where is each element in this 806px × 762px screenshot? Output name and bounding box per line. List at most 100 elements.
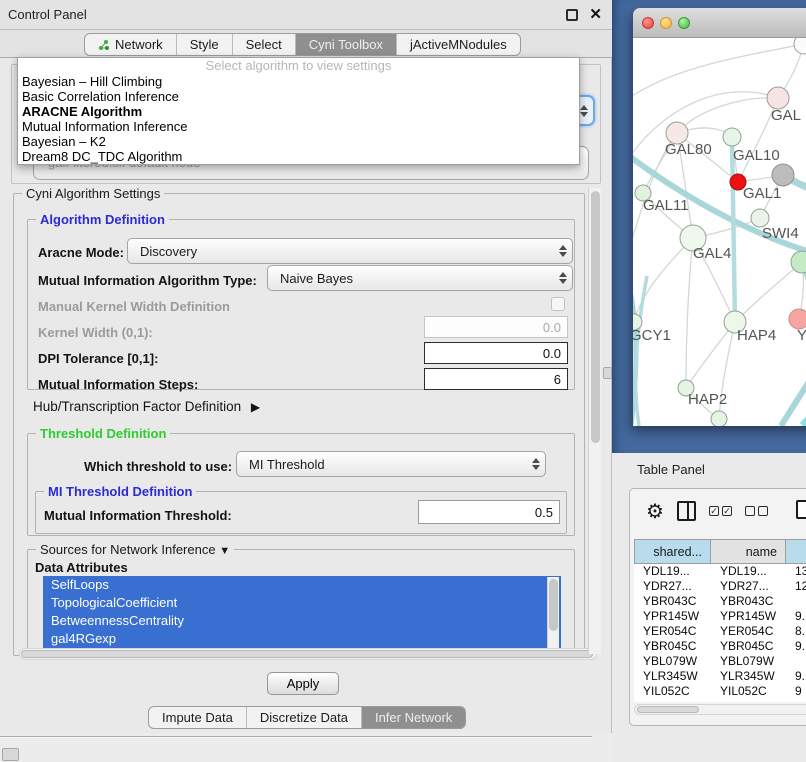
algorithm-definition-title: Algorithm Definition xyxy=(36,212,169,227)
tab-network[interactable]: Network xyxy=(85,34,176,55)
table-panel: Table Panel ⚙ ✓ ✓ shared... name YDL19..… xyxy=(612,453,806,762)
column-header-clipped[interactable] xyxy=(786,539,806,564)
cyni-settings-title: Cyni Algorithm Settings xyxy=(22,186,164,201)
panel-divider xyxy=(0,736,592,738)
network-window-titlebar[interactable] xyxy=(633,8,806,38)
table-row[interactable]: YER054CYER054C8. xyxy=(634,624,806,639)
control-panel: Control Panel ✕ Network Style Select Cyn… xyxy=(0,0,612,733)
table-body: YDL19...YDL19...13 YDR27...YDR27...12 YB… xyxy=(634,564,806,702)
node-salmon xyxy=(789,309,806,329)
splitpane-handle[interactable] xyxy=(603,367,612,379)
algorithm-option[interactable]: Basic Correlation Inference xyxy=(18,89,579,104)
table-row[interactable]: YIL052CYIL052C9 xyxy=(634,684,806,699)
settings-hscrollbar-thumb[interactable] xyxy=(21,650,593,658)
algorithm-option-selected[interactable]: ARACNE Algorithm xyxy=(18,104,579,119)
settings-vscrollbar-thumb[interactable] xyxy=(591,191,600,443)
apply-button[interactable]: Apply xyxy=(267,672,339,695)
network-labels: GAL GAL80 GAL10 GAL11 GAL1 SWI4 GAL4 GCY… xyxy=(633,107,806,408)
table-row[interactable]: YLR345WYLR345W9. xyxy=(634,669,806,684)
attribute-item[interactable]: TopologicalCoefficient xyxy=(43,594,561,612)
tab-cyni-toolbox[interactable]: Cyni Toolbox xyxy=(295,34,396,55)
dpi-tolerance-field[interactable] xyxy=(424,342,568,364)
screen: { "icons": { "gear": "⚙", "close": "✕", … xyxy=(0,0,806,762)
node-label: GAL4 xyxy=(693,245,731,262)
expand-right-icon: ▶ xyxy=(251,400,260,414)
table-header-row: shared... name xyxy=(634,539,806,564)
dpi-tolerance-label: DPI Tolerance [0,1]: xyxy=(38,351,158,366)
table-row[interactable]: YBR043CYBR043C xyxy=(634,594,806,609)
tab-infer-network[interactable]: Infer Network xyxy=(361,707,465,728)
sources-toggle[interactable]: Sources for Network Inference ▼ xyxy=(36,542,234,557)
checked-checkbox-icon[interactable]: ✓ xyxy=(722,506,732,516)
node-label: Y xyxy=(797,327,806,344)
mi-threshold-field[interactable] xyxy=(418,500,560,524)
attribute-item[interactable]: gal4RGexp xyxy=(43,630,561,648)
algorithm-option[interactable]: Bayesian – Hill Climbing xyxy=(18,74,579,89)
table-hscrollbar-thumb[interactable] xyxy=(637,706,699,713)
algorithm-dropdown-popup: Select algorithm to view settings Bayesi… xyxy=(17,57,580,165)
tab-discretize-data[interactable]: Discretize Data xyxy=(246,707,361,728)
mi-threshold-group-title: MI Threshold Definition xyxy=(44,484,196,499)
close-icon[interactable]: ✕ xyxy=(589,5,602,23)
node-label: HAP2 xyxy=(688,391,727,408)
which-threshold-combo[interactable]: MI Threshold xyxy=(236,451,546,477)
mi-type-label: Mutual Information Algorithm Type: xyxy=(38,273,257,288)
node-label: GAL10 xyxy=(733,147,780,164)
settings-vscrollbar xyxy=(588,188,601,654)
hub-section-label: Hub/Transcription Factor Definition xyxy=(33,399,241,414)
network-window: GAL GAL80 GAL10 GAL11 GAL1 SWI4 GAL4 GCY… xyxy=(633,8,806,426)
split-columns-icon[interactable] xyxy=(677,501,696,521)
node-label: HAP4 xyxy=(737,327,776,344)
column-header-name[interactable]: name xyxy=(711,539,786,564)
aracne-mode-value: Discovery xyxy=(140,244,197,259)
attribute-item[interactable]: BetweennessCentrality xyxy=(43,612,561,630)
tab-style[interactable]: Style xyxy=(176,34,232,55)
table-row[interactable]: YDL19...YDL19...13 xyxy=(634,564,806,579)
network-icon xyxy=(98,39,110,51)
attribute-item[interactable]: SelfLoops xyxy=(43,576,561,594)
column-header-shared-name[interactable]: shared... xyxy=(634,539,711,564)
minimized-panel-icon[interactable] xyxy=(2,748,19,761)
table-row[interactable]: YPR145WYPR145W9. xyxy=(634,609,806,624)
mi-steps-field[interactable] xyxy=(424,368,568,390)
table-row[interactable]: YDR27...YDR27...12 xyxy=(634,579,806,594)
unchecked-checkbox-icon[interactable] xyxy=(758,506,768,516)
document-icon[interactable] xyxy=(796,500,806,519)
hub-section-toggle[interactable]: Hub/Transcription Factor Definition ▶ xyxy=(33,399,254,414)
algorithm-option[interactable]: Dream8 DC_TDC Algorithm xyxy=(18,149,579,164)
network-graph: GAL GAL80 GAL10 GAL11 GAL1 SWI4 GAL4 GCY… xyxy=(633,38,806,426)
mi-type-value: Naive Bayes xyxy=(280,271,353,286)
table-panel-title: Table Panel xyxy=(637,462,705,477)
close-traffic-light[interactable] xyxy=(642,17,654,29)
node-top-white xyxy=(794,38,806,54)
node-label: GAL xyxy=(771,107,801,124)
attributes-scrollbar-thumb[interactable] xyxy=(549,579,558,631)
tab-select[interactable]: Select xyxy=(232,34,295,55)
algorithm-option[interactable]: Bayesian – K2 xyxy=(18,134,579,149)
gear-icon[interactable]: ⚙ xyxy=(646,499,664,524)
checked-checkbox-icon[interactable]: ✓ xyxy=(709,506,719,516)
top-tabstrip: Network Style Select Cyni Toolbox jActiv… xyxy=(0,30,612,58)
aracne-mode-combo[interactable]: Discovery xyxy=(127,238,573,264)
manual-kernel-checkbox[interactable] xyxy=(551,297,565,311)
zoom-traffic-light[interactable] xyxy=(678,17,690,29)
float-window-icon[interactable] xyxy=(566,9,578,21)
tab-jactivemnodules[interactable]: jActiveMNodules xyxy=(396,34,520,55)
aracne-mode-label: Aracne Mode: xyxy=(38,245,124,260)
mi-steps-label: Mutual Information Steps: xyxy=(38,377,198,392)
table-row[interactable]: YBR045CYBR045C9. xyxy=(634,639,806,654)
data-attributes-label: Data Attributes xyxy=(35,560,128,575)
which-threshold-label: Which threshold to use: xyxy=(84,459,232,474)
minimize-traffic-light[interactable] xyxy=(660,17,672,29)
tab-impute-data[interactable]: Impute Data xyxy=(149,707,246,728)
algorithm-prompt: Select algorithm to view settings xyxy=(18,58,579,74)
algorithm-option[interactable]: Mutual Information Inference xyxy=(18,119,579,134)
control-panel-title: Control Panel xyxy=(8,7,87,22)
table-row[interactable]: YBL079WYBL079W xyxy=(634,654,806,669)
node-table: ⚙ ✓ ✓ shared... name YDL19...YDL19...13 … xyxy=(629,488,806,726)
mi-threshold-label: Mutual Information Threshold: xyxy=(44,508,232,523)
kernel-width-field[interactable] xyxy=(424,316,568,338)
unchecked-checkbox-icon[interactable] xyxy=(745,506,755,516)
network-canvas[interactable]: GAL GAL80 GAL10 GAL11 GAL1 SWI4 GAL4 GCY… xyxy=(633,38,806,426)
mi-type-combo[interactable]: Naive Bayes xyxy=(267,265,573,291)
